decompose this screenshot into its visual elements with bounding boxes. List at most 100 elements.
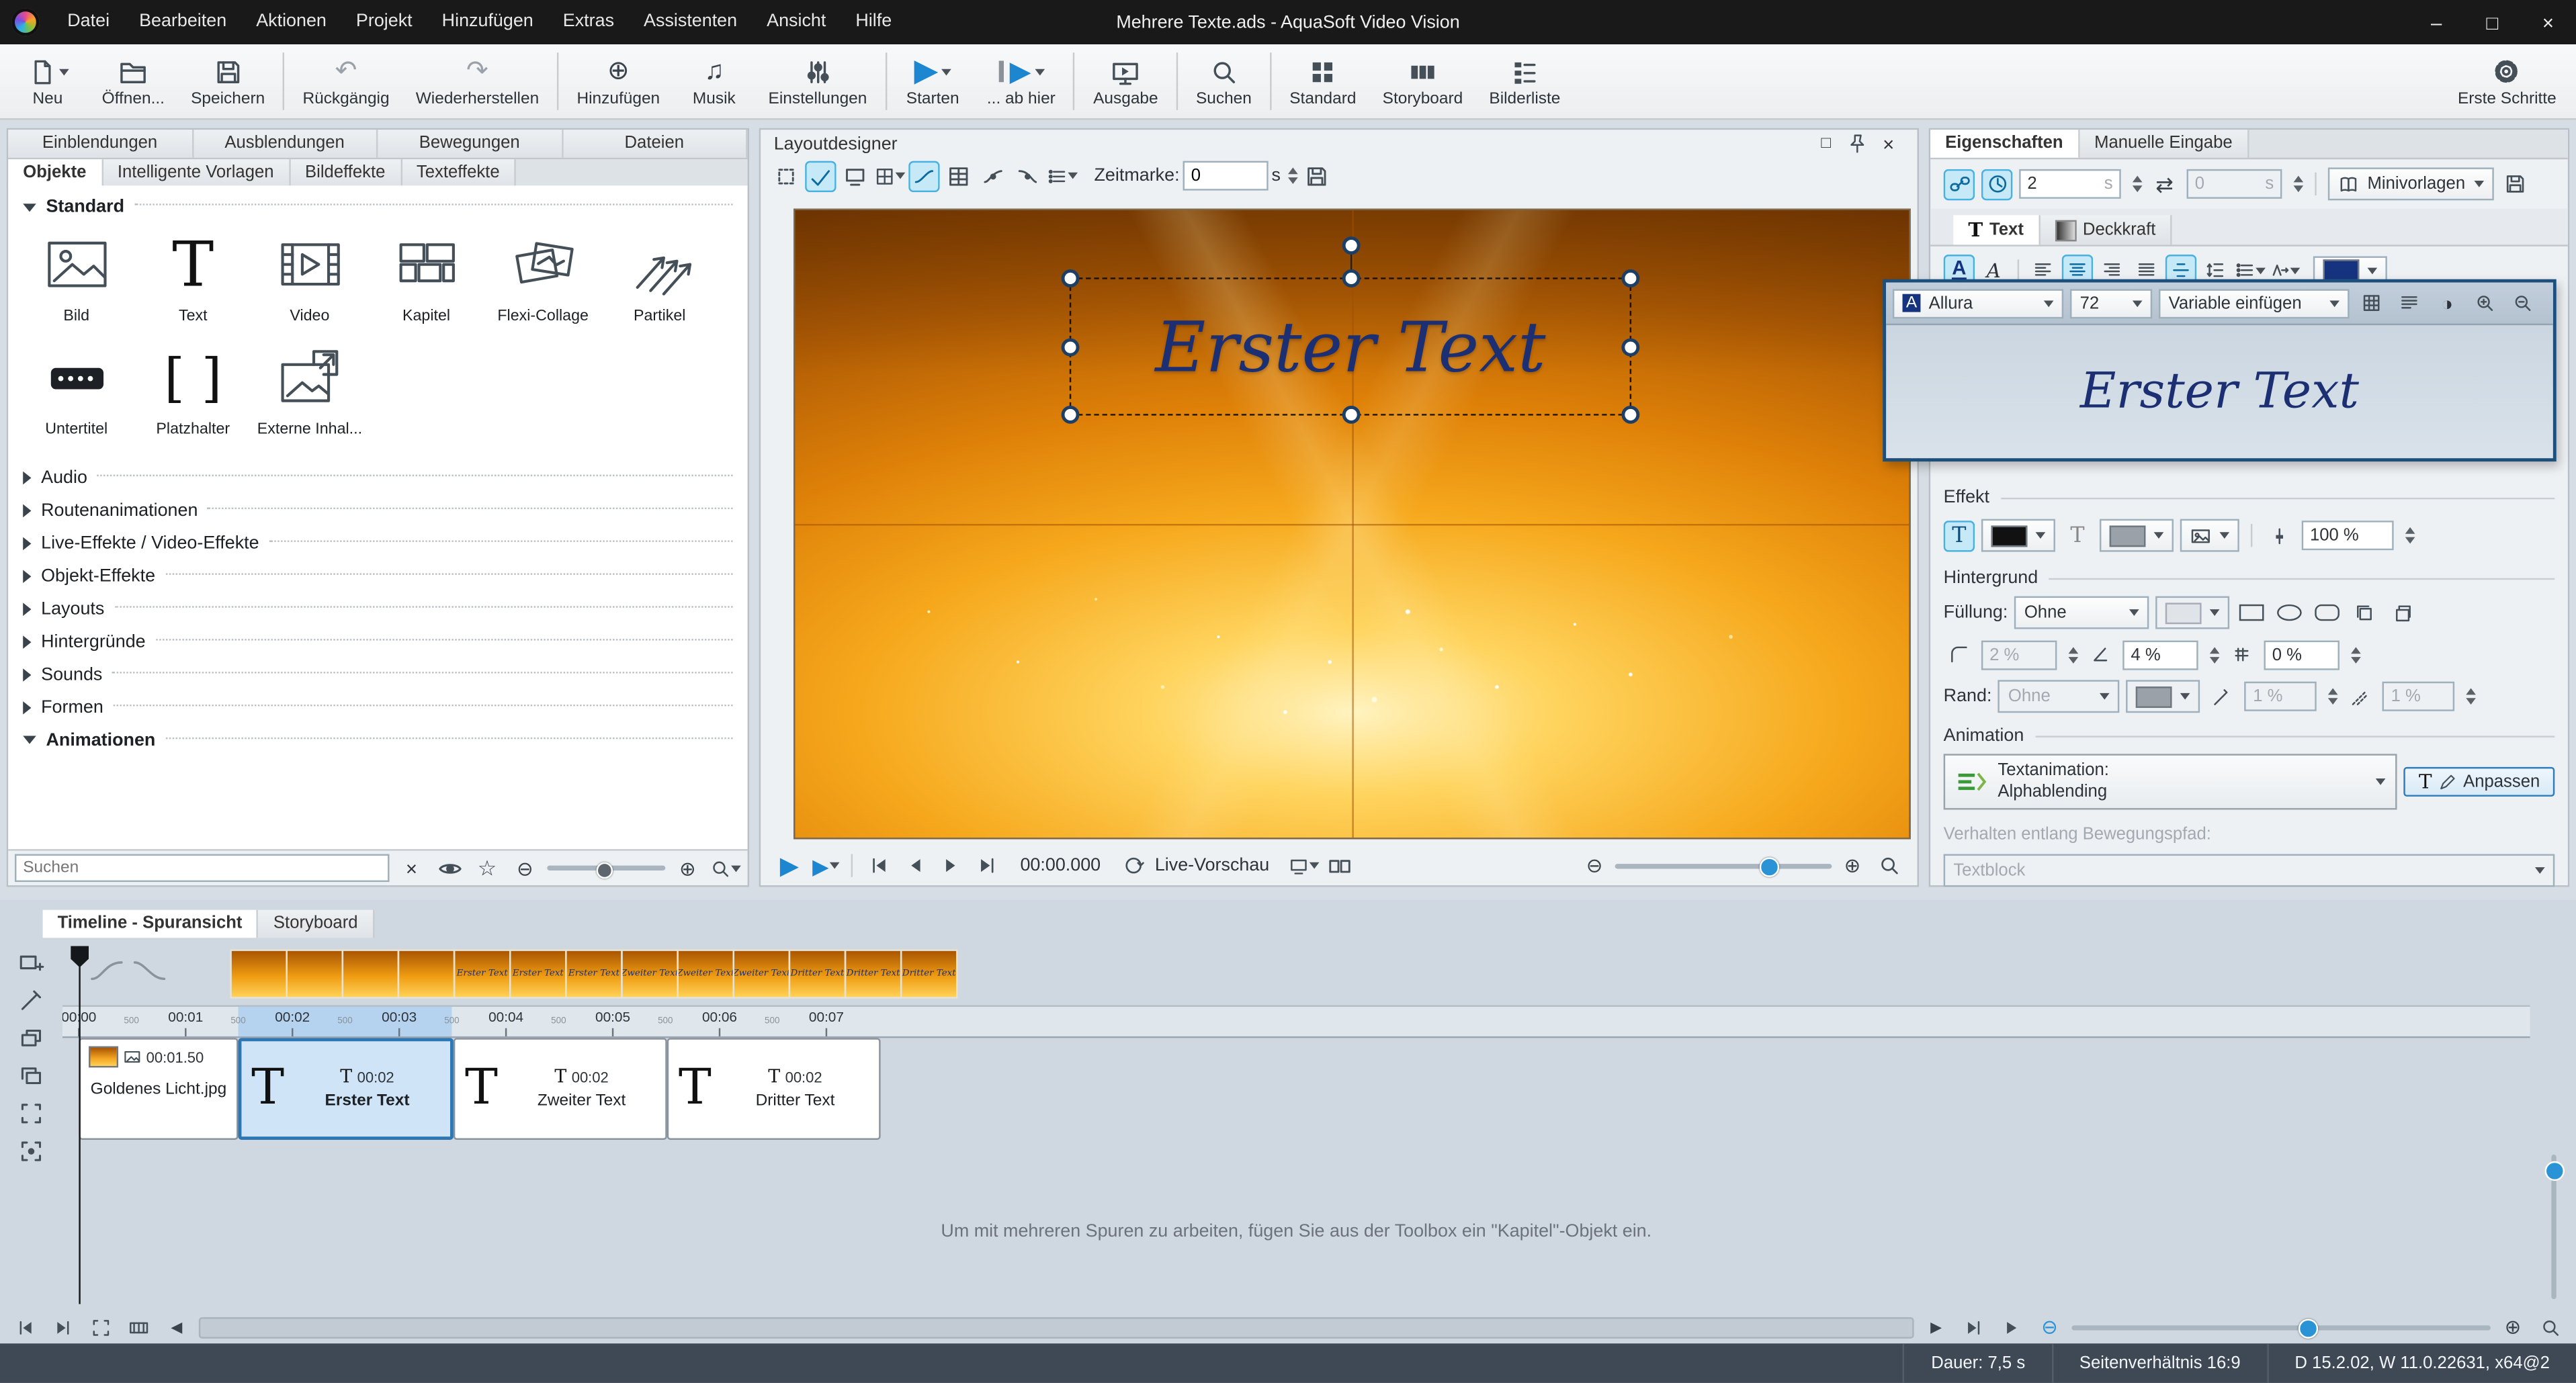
tab-eigenschaften[interactable]: Eigenschaften	[1930, 130, 2079, 158]
minimize-button[interactable]: –	[2409, 0, 2464, 44]
clear-search-icon[interactable]: ×	[396, 852, 427, 883]
toolbox-item-untertitel[interactable]: Untertitel	[18, 339, 135, 440]
tl-next-marker-icon[interactable]	[1959, 1311, 1989, 1342]
paste-style-button[interactable]	[2387, 597, 2418, 628]
anpassen-button[interactable]: T Anpassen	[2404, 767, 2554, 797]
undo-button[interactable]: ↶ Rückgängig	[290, 44, 402, 118]
search-input[interactable]	[15, 854, 390, 883]
fill-color-dropdown[interactable]	[1981, 519, 2055, 552]
music-button[interactable]: ♫ Musik	[673, 44, 755, 118]
text-preview[interactable]: Erster Text	[1886, 324, 2553, 459]
tl-fit-view-icon[interactable]	[85, 1311, 116, 1342]
close-button[interactable]: ×	[2520, 0, 2576, 44]
slider-thumb[interactable]	[597, 862, 613, 878]
timeline-zoom-slider[interactable]	[2071, 1325, 2491, 1329]
eye-icon[interactable]	[434, 852, 465, 883]
zoom-in-icon[interactable]: ⊕	[1837, 850, 1868, 881]
border-width-field[interactable]: 1 %	[2245, 682, 2317, 711]
fuellung-color-dropdown[interactable]	[2155, 596, 2229, 629]
tab-manuelle-eingabe[interactable]: Manuelle Eingabe	[2079, 130, 2249, 158]
corner-radius-field[interactable]: 2 %	[1981, 639, 2057, 669]
verhalten-dropdown[interactable]: Textblock	[1944, 854, 2555, 887]
menu-extras[interactable]: Extras	[548, 0, 629, 44]
toolbox-item-partikel[interactable]: Partikel	[601, 225, 718, 326]
tl-zoom-fit-icon[interactable]	[2535, 1311, 2566, 1342]
contrast-icon[interactable]: ◑	[2432, 287, 2462, 318]
copy-style-button[interactable]	[2350, 597, 2380, 628]
toolbox-item-video[interactable]: Video	[251, 225, 368, 326]
link-duration-icon[interactable]	[1944, 169, 1975, 199]
tab-storyboard[interactable]: Storyboard	[259, 910, 374, 938]
menu-hinzufuegen[interactable]: Hinzufügen	[427, 0, 548, 44]
offset-stepper[interactable]	[2293, 176, 2303, 192]
border-width-stepper[interactable]	[2329, 688, 2339, 705]
duration-field[interactable]: 2s	[2019, 169, 2121, 199]
toolbox-item-flexi-collage[interactable]: Flexi-Collage	[484, 225, 601, 326]
rand-color-dropdown[interactable]	[2127, 680, 2200, 713]
playhead-handle[interactable]	[71, 946, 89, 967]
tab-bildeffekte[interactable]: Bildeffekte	[290, 159, 402, 187]
section-sounds[interactable]: Sounds	[15, 657, 741, 690]
menu-projekt[interactable]: Projekt	[341, 0, 427, 44]
save-button[interactable]: Speichern	[178, 44, 278, 118]
play-button[interactable]: ▶	[774, 850, 805, 881]
border-blur-field[interactable]: 1 %	[2382, 682, 2455, 711]
favorites-star-icon[interactable]: ☆	[472, 852, 503, 883]
toolbox-item-kapitel[interactable]: Kapitel	[368, 225, 485, 326]
font-family-dropdown[interactable]: AAllura	[1893, 288, 2063, 318]
slider-thumb[interactable]	[2299, 1319, 2318, 1338]
border-blur-stepper[interactable]	[2466, 688, 2477, 705]
minivorlagen-dropdown[interactable]: Minivorlagen	[2328, 167, 2493, 200]
section-standard[interactable]: Standard	[15, 189, 741, 222]
settings-button[interactable]: Einstellungen	[755, 44, 880, 118]
opacity-stepper[interactable]	[2405, 527, 2415, 543]
crop-frame-icon[interactable]	[15, 1135, 46, 1166]
add-object-icon[interactable]	[15, 946, 46, 977]
live-preview-icon[interactable]	[1119, 850, 1150, 881]
view-imagelist-button[interactable]: Bilderliste	[1476, 44, 1574, 118]
toolbox-item-platzhalter[interactable]: [ ] Platzhalter	[135, 339, 252, 440]
shape-rect-button[interactable]	[2236, 597, 2267, 628]
tab-einblendungen[interactable]: Einblendungen	[8, 130, 193, 158]
toolbox-zoom-slider[interactable]	[547, 866, 665, 871]
curve-out-icon[interactable]	[1012, 160, 1043, 191]
save-template-icon[interactable]	[2499, 169, 2530, 199]
list-options-icon[interactable]	[1047, 160, 1078, 191]
bg-offset-stepper[interactable]	[2351, 646, 2361, 662]
clip-erster-text[interactable]: T T00:02 Erster Text	[239, 1038, 454, 1140]
new-button[interactable]: Neu	[7, 44, 89, 118]
rotation-handle[interactable]	[1342, 236, 1361, 255]
tl-zoom-out-icon[interactable]: ⊖	[2034, 1311, 2065, 1342]
playhead[interactable]	[79, 946, 80, 1304]
font-size-dropdown[interactable]: 72	[2070, 288, 2152, 318]
menu-datei[interactable]: Datei	[52, 0, 124, 44]
shape-ellipse-button[interactable]	[2274, 597, 2305, 628]
time-ruler[interactable]: 00:00 00:01 00:02 00:03 00:04 00:05 00:0…	[62, 1005, 2530, 1038]
grid-settings-icon[interactable]	[874, 160, 905, 191]
insert-variable-dropdown[interactable]: Variable einfügen	[2159, 288, 2350, 318]
zeitmarke-input[interactable]	[1183, 161, 1268, 191]
section-objekt-effekte[interactable]: Objekt-Effekte	[15, 558, 741, 591]
zoom-out-text-icon[interactable]	[2507, 287, 2538, 318]
subtab-text[interactable]: TText	[1953, 215, 2040, 244]
tl-play-icon[interactable]	[1996, 1311, 2027, 1342]
maximize-button[interactable]: □	[2464, 0, 2520, 44]
output-button[interactable]: Ausgabe	[1080, 44, 1172, 118]
play-from-timemark-button[interactable]: ▶	[810, 850, 841, 881]
play-from-here-button[interactable]: ▶ ... ab hier	[974, 44, 1068, 118]
tl-filmstrip-icon[interactable]	[123, 1311, 154, 1342]
zoom-out-icon[interactable]: ⊖	[1579, 850, 1610, 881]
textanimation-dropdown[interactable]: Textanimation: Alphablending	[1944, 754, 2398, 809]
menu-bearbeiten[interactable]: Bearbeiten	[124, 0, 241, 44]
scroll-right-icon[interactable]: ▶	[1920, 1311, 1951, 1342]
swap-times-icon[interactable]: ⇄	[2149, 169, 2180, 199]
table-icon[interactable]	[943, 160, 974, 191]
pin-icon[interactable]	[1842, 128, 1873, 159]
section-formen[interactable]: Formen	[15, 690, 741, 723]
timeline-tracks[interactable]: Erster Text Erster Text Erster Text Zwei…	[62, 946, 2530, 1310]
menu-ansicht[interactable]: Ansicht	[752, 0, 841, 44]
section-animationen[interactable]: Animationen	[15, 723, 741, 756]
outline-color-dropdown[interactable]	[2100, 519, 2174, 552]
timeline-scrollbar[interactable]	[199, 1317, 1914, 1338]
track-height-slider[interactable]	[2545, 1155, 2561, 1299]
